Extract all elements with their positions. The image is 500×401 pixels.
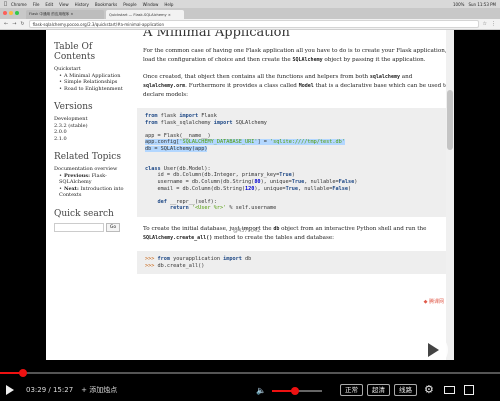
time-display: 03:29 / 15:27: [26, 386, 74, 394]
code-block-shell: >>> from yourapplication import db >>> d…: [137, 250, 449, 275]
volume-slider[interactable]: [272, 387, 322, 395]
add-marker-button[interactable]: + 添加烛点: [81, 385, 117, 395]
forward-icon[interactable]: →: [12, 21, 16, 27]
menu-file[interactable]: File: [33, 2, 40, 7]
clock: Sun 11:53 PM: [468, 1, 496, 7]
speed-button[interactable]: 正常: [340, 384, 363, 396]
menu-bookmarks[interactable]: Bookmarks: [95, 2, 117, 7]
scrollbar-thumb[interactable]: [447, 90, 453, 150]
menu-people[interactable]: People: [123, 2, 136, 7]
code-block-models: from flask import Flask from flask_sqlal…: [137, 108, 449, 217]
route-button[interactable]: 线路: [394, 384, 417, 396]
quick-search: Go: [54, 222, 126, 232]
version-210[interactable]: 2.1.0: [54, 136, 126, 143]
pip-icon[interactable]: [444, 386, 455, 394]
fullscreen-icon[interactable]: [464, 385, 474, 395]
versions-heading: Versions: [54, 102, 93, 112]
create-all-paragraph: To create the initial database, just imp…: [143, 225, 427, 241]
related-next[interactable]: Next: Introduction into Contexts: [59, 186, 126, 199]
menu-history[interactable]: History: [75, 2, 89, 7]
mac-menubar:  Chrome File Edit View History Bookmark…: [0, 0, 500, 8]
sidebar: Table Of Contents Quickstart A Minimal A…: [54, 30, 126, 232]
tab-flask[interactable]: Flask 中通用 的应用程序 ×: [26, 10, 104, 19]
control-row: 03:29 / 15:27 + 添加烛点 🔈 正常 超清 线路 ⚙: [0, 383, 500, 397]
window-controls: [3, 11, 19, 15]
related-prev[interactable]: Previous: Flask-SQLAlchemy: [59, 173, 126, 186]
video-watermark: @4379042: [233, 228, 261, 234]
menu-chrome[interactable]: Chrome: [11, 2, 27, 7]
reload-icon[interactable]: ↻: [20, 21, 24, 27]
toc-item-enlightenment[interactable]: Road to Enlightenment: [59, 86, 126, 93]
related-heading: Related Topics: [54, 152, 121, 162]
tab-bar: Flask 中通用 的应用程序 × Quickstart — Flask-SQL…: [0, 8, 500, 19]
settings-gear-icon[interactable]: ⚙: [424, 383, 434, 397]
url-field[interactable]: flask-sqlalchemy.pocoo.org/2.3/quickstar…: [28, 20, 479, 28]
volume-icon[interactable]: 🔈: [256, 386, 266, 395]
search-input[interactable]: [54, 222, 104, 232]
close-window-icon[interactable]: [3, 11, 7, 15]
menu-help[interactable]: Help: [164, 2, 173, 7]
volume-handle[interactable]: [291, 387, 299, 395]
search-go-button[interactable]: Go: [106, 222, 120, 232]
main-content: A Minimal Application For the common cas…: [137, 30, 449, 275]
search-heading: Quick search: [54, 208, 114, 219]
model-paragraph: Once created, that object then contains …: [143, 74, 449, 98]
menu-edit[interactable]: Edit: [45, 2, 53, 7]
back-icon[interactable]: ←: [4, 21, 8, 27]
big-play-button[interactable]: [416, 334, 448, 360]
progress-bar[interactable]: [0, 369, 500, 377]
tab-quickstart[interactable]: Quickstart — Flask-SQLAlchemy ×: [106, 10, 184, 19]
apple-icon[interactable]: : [4, 1, 7, 7]
browser-viewport: Table Of Contents Quickstart A Minimal A…: [0, 30, 500, 360]
progress-handle[interactable]: [19, 369, 27, 377]
address-bar: ← → ↻ flask-sqlalchemy.pocoo.org/2.3/qui…: [0, 19, 500, 30]
video-player-controls: 03:29 / 15:27 + 添加烛点 🔈 正常 超清 线路 ⚙: [0, 360, 500, 401]
play-icon: [428, 343, 439, 357]
zoom-window-icon[interactable]: [15, 11, 19, 15]
menu-view[interactable]: View: [59, 2, 69, 7]
doc-page: Table Of Contents Quickstart A Minimal A…: [46, 30, 454, 360]
menu-icon[interactable]: ⋮: [491, 21, 496, 27]
play-pause-button[interactable]: [6, 385, 14, 395]
quality-button[interactable]: 超清: [367, 384, 390, 396]
page-title: A Minimal Application: [143, 30, 290, 40]
menu-window[interactable]: Window: [143, 2, 159, 7]
page-scrollbar[interactable]: [446, 30, 454, 360]
star-icon[interactable]: ☆: [483, 21, 487, 27]
minimize-window-icon[interactable]: [9, 11, 13, 15]
toc-heading: Table Of Contents: [54, 42, 96, 62]
battery-status: 100%: [453, 1, 465, 7]
site-logo: ◆ 腾课网: [423, 299, 444, 305]
intro-paragraph: For the common case of having one Flask …: [143, 48, 447, 63]
